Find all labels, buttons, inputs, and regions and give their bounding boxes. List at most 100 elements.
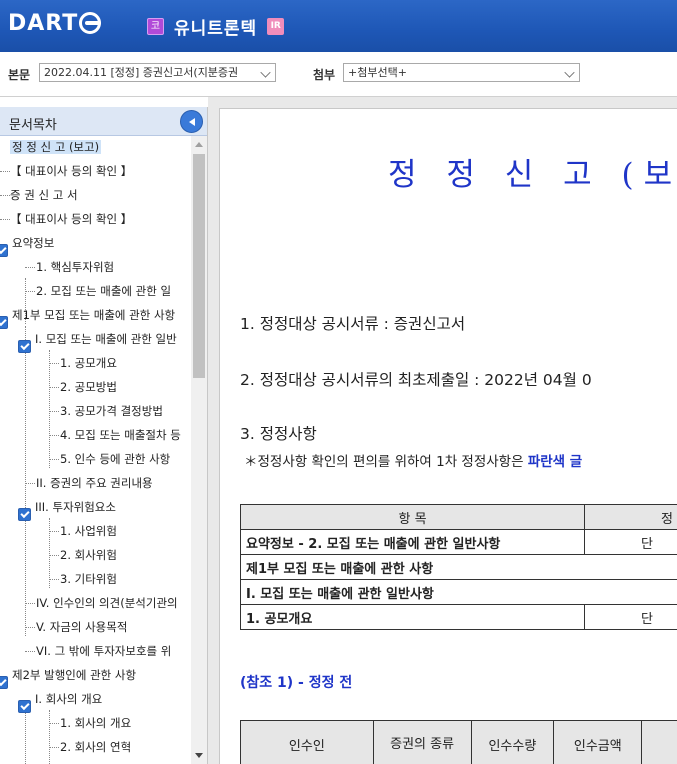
tree-connector bbox=[25, 483, 35, 484]
toc-tree: 정 정 신 고 (보고) 【 대표이사 등의 확인 】 증 권 신 고 서 【 … bbox=[0, 136, 191, 764]
toc-item[interactable]: 제1부 모집 또는 매출에 관한 사항 bbox=[12, 304, 175, 326]
expand-toggle-icon[interactable] bbox=[18, 340, 31, 353]
toc-item[interactable]: VI. 그 밖에 투자자보호를 위 bbox=[36, 640, 171, 662]
toc-item[interactable]: 1. 공모개요 bbox=[60, 352, 117, 374]
underwriter-table: 인수인 증권의 종류 인수수량 인수금액 bbox=[240, 720, 677, 764]
toc-item[interactable]: 【 대표이사 등의 확인 】 bbox=[10, 208, 132, 230]
toc-item-label: 1. 핵심투자위험 bbox=[36, 260, 115, 274]
toc-item-label: 4. 모집 또는 매출절차 등 bbox=[60, 428, 181, 442]
attachment-value: +첨부선택+ bbox=[348, 66, 407, 79]
tree-connector bbox=[49, 350, 50, 468]
toc-title: 문서목차 bbox=[9, 118, 57, 133]
toc-scrollbar[interactable] bbox=[191, 136, 207, 764]
company-info: 코 유니트론텍 IR bbox=[147, 14, 285, 39]
toc-item[interactable]: 4. 모집 또는 매출절차 등 bbox=[60, 424, 181, 446]
toc-item[interactable]: 1. 사업위험 bbox=[60, 520, 117, 542]
toc-item[interactable]: 1. 핵심투자위험 bbox=[36, 256, 114, 278]
toc-item-label: I. 모집 또는 매출에 관한 일반 bbox=[35, 332, 177, 346]
tree-connector bbox=[25, 710, 26, 764]
tree-connector bbox=[25, 267, 35, 268]
toc-item[interactable]: 2. 회사의 연혁 bbox=[60, 736, 131, 758]
tree-connector bbox=[49, 387, 59, 388]
toc-item-label: IV. 인수인의 의견(분석기관의 bbox=[36, 596, 178, 610]
chevron-down-icon bbox=[260, 67, 271, 78]
tree-connector bbox=[49, 459, 59, 460]
toc-item[interactable]: 2. 회사위험 bbox=[60, 544, 117, 566]
table-cell: 요약정보 - 2. 모집 또는 매출에 관한 일반사항 bbox=[239, 529, 586, 555]
toc-item[interactable]: IV. 인수인의 의견(분석기관의 bbox=[36, 592, 178, 614]
toc-item-label: 1. 사업위험 bbox=[60, 524, 117, 538]
expand-toggle-icon[interactable] bbox=[18, 700, 31, 713]
tree-connector bbox=[49, 747, 59, 748]
table-cell: 제1부 모집 또는 매출에 관한 사항 bbox=[240, 554, 677, 580]
table-header-cell: 증권의 종류 bbox=[372, 720, 472, 764]
toc-item[interactable]: I. 모집 또는 매출에 관한 일반 bbox=[35, 328, 177, 350]
document-viewer: 정 정 신 고 (보고 1. 정정대상 공시서류 : 증권신고서 2. 정정대상… bbox=[208, 97, 677, 764]
expand-toggle-icon[interactable] bbox=[0, 316, 8, 329]
toc-item[interactable]: 3. 기타위험 bbox=[60, 568, 117, 590]
toc-item[interactable]: 정 정 신 고 (보고) bbox=[10, 136, 102, 158]
tree-connector bbox=[49, 363, 59, 364]
tree-connector bbox=[49, 435, 59, 436]
expand-toggle-icon[interactable] bbox=[0, 676, 8, 689]
toc-item[interactable]: 3. 공모가격 결정방법 bbox=[60, 400, 163, 422]
scroll-up-icon[interactable] bbox=[195, 142, 203, 147]
toc-item-label: 3. 기타위험 bbox=[60, 572, 117, 586]
toc-item[interactable]: V. 자금의 사용목적 bbox=[36, 616, 127, 638]
toc-item-label: V. 자금의 사용목적 bbox=[36, 620, 128, 634]
toc-item[interactable]: 2. 공모방법 bbox=[60, 376, 117, 398]
tree-connector bbox=[49, 710, 50, 764]
toc-item-label: 【 대표이사 등의 확인 】 bbox=[10, 212, 133, 226]
tree-connector bbox=[25, 651, 35, 652]
toc-item-label: 2. 모집 또는 매출에 관한 일 bbox=[36, 284, 172, 298]
toc-item-label: 요약정보 bbox=[12, 236, 55, 250]
main-doc-select[interactable]: 2022.04.11 [정정] 증권신고서(지분증권 bbox=[39, 63, 276, 82]
toc-item[interactable]: 5. 인수 등에 관한 사항 bbox=[60, 448, 170, 470]
scroll-thumb[interactable] bbox=[193, 154, 205, 378]
dart-logo[interactable]: DART bbox=[8, 10, 102, 36]
correction-note: ＊정정사항 확인의 편의를 위하여 1차 정정사항은 파란색 글 bbox=[244, 450, 582, 470]
toc-item-label: 2. 회사의 연혁 bbox=[60, 740, 132, 754]
toc-panel: 문서목차 정 정 신 고 (보고) 【 대표이사 등의 확인 】 증 권 신 고… bbox=[0, 107, 208, 764]
toc-item-label: 3. 공모가격 결정방법 bbox=[60, 404, 163, 418]
toc-item-label: 2. 회사위험 bbox=[60, 548, 117, 562]
logo-globe-icon bbox=[79, 12, 102, 34]
logo-text: DART bbox=[8, 10, 79, 36]
toc-item-label: 5. 인수 등에 관한 사항 bbox=[60, 452, 171, 466]
expand-toggle-icon[interactable] bbox=[18, 508, 31, 521]
toc-item[interactable]: 1. 회사의 개요 bbox=[60, 712, 131, 734]
tree-connector bbox=[0, 195, 10, 196]
toc-item-label: III. 투자위험요소 bbox=[35, 500, 116, 514]
toc-item[interactable]: 2. 모집 또는 매출에 관한 일 bbox=[36, 280, 171, 302]
top-header: DART 코 유니트론텍 IR bbox=[0, 0, 677, 52]
toc-item[interactable]: II. 증권의 주요 권리내용 bbox=[36, 472, 153, 494]
toc-item[interactable]: 증 권 신 고 서 bbox=[10, 184, 78, 206]
company-name[interactable]: 유니트론텍 bbox=[174, 14, 257, 39]
table-header-cell: 인수인 bbox=[240, 720, 374, 764]
collapse-panel-icon[interactable] bbox=[180, 110, 203, 133]
table-cell: I. 모집 또는 매출에 관한 일반사항 bbox=[240, 579, 677, 605]
toc-item[interactable]: 요약정보 bbox=[12, 232, 54, 254]
toc-item-label: VI. 그 밖에 투자자보호를 위 bbox=[36, 644, 172, 658]
item-1: 1. 정정대상 공시서류 : 증권신고서 bbox=[240, 315, 466, 333]
toc-item[interactable]: III. 투자위험요소 bbox=[35, 496, 116, 518]
attachment-label: 첨부 bbox=[313, 68, 336, 82]
expand-toggle-icon[interactable] bbox=[0, 244, 8, 257]
ir-badge[interactable]: IR bbox=[267, 18, 285, 35]
document-selector-bar: 본문 2022.04.11 [정정] 증권신고서(지분증권 첨부 +첨부선택+ bbox=[0, 52, 677, 97]
document-title: 정 정 신 고 (보고 bbox=[388, 157, 677, 193]
tree-connector bbox=[49, 518, 50, 588]
toc-item-label: 1. 회사의 개요 bbox=[60, 716, 132, 730]
toc-item-label: I. 회사의 개요 bbox=[35, 692, 103, 706]
table-cell: 1. 공모개요 bbox=[239, 604, 586, 630]
tree-connector bbox=[25, 603, 35, 604]
toc-item[interactable]: 제2부 발행인에 관한 사항 bbox=[12, 664, 136, 686]
toc-header: 문서목차 bbox=[0, 107, 207, 136]
tree-connector bbox=[49, 531, 59, 532]
toc-item[interactable]: 【 대표이사 등의 확인 】 bbox=[10, 160, 132, 182]
table-header-cell: 인수금액 bbox=[553, 720, 643, 764]
toc-item-label: 정 정 신 고 (보고) bbox=[10, 140, 102, 154]
scroll-down-icon[interactable] bbox=[195, 753, 203, 758]
attachment-select[interactable]: +첨부선택+ bbox=[343, 63, 580, 82]
toc-item[interactable]: I. 회사의 개요 bbox=[35, 688, 102, 710]
